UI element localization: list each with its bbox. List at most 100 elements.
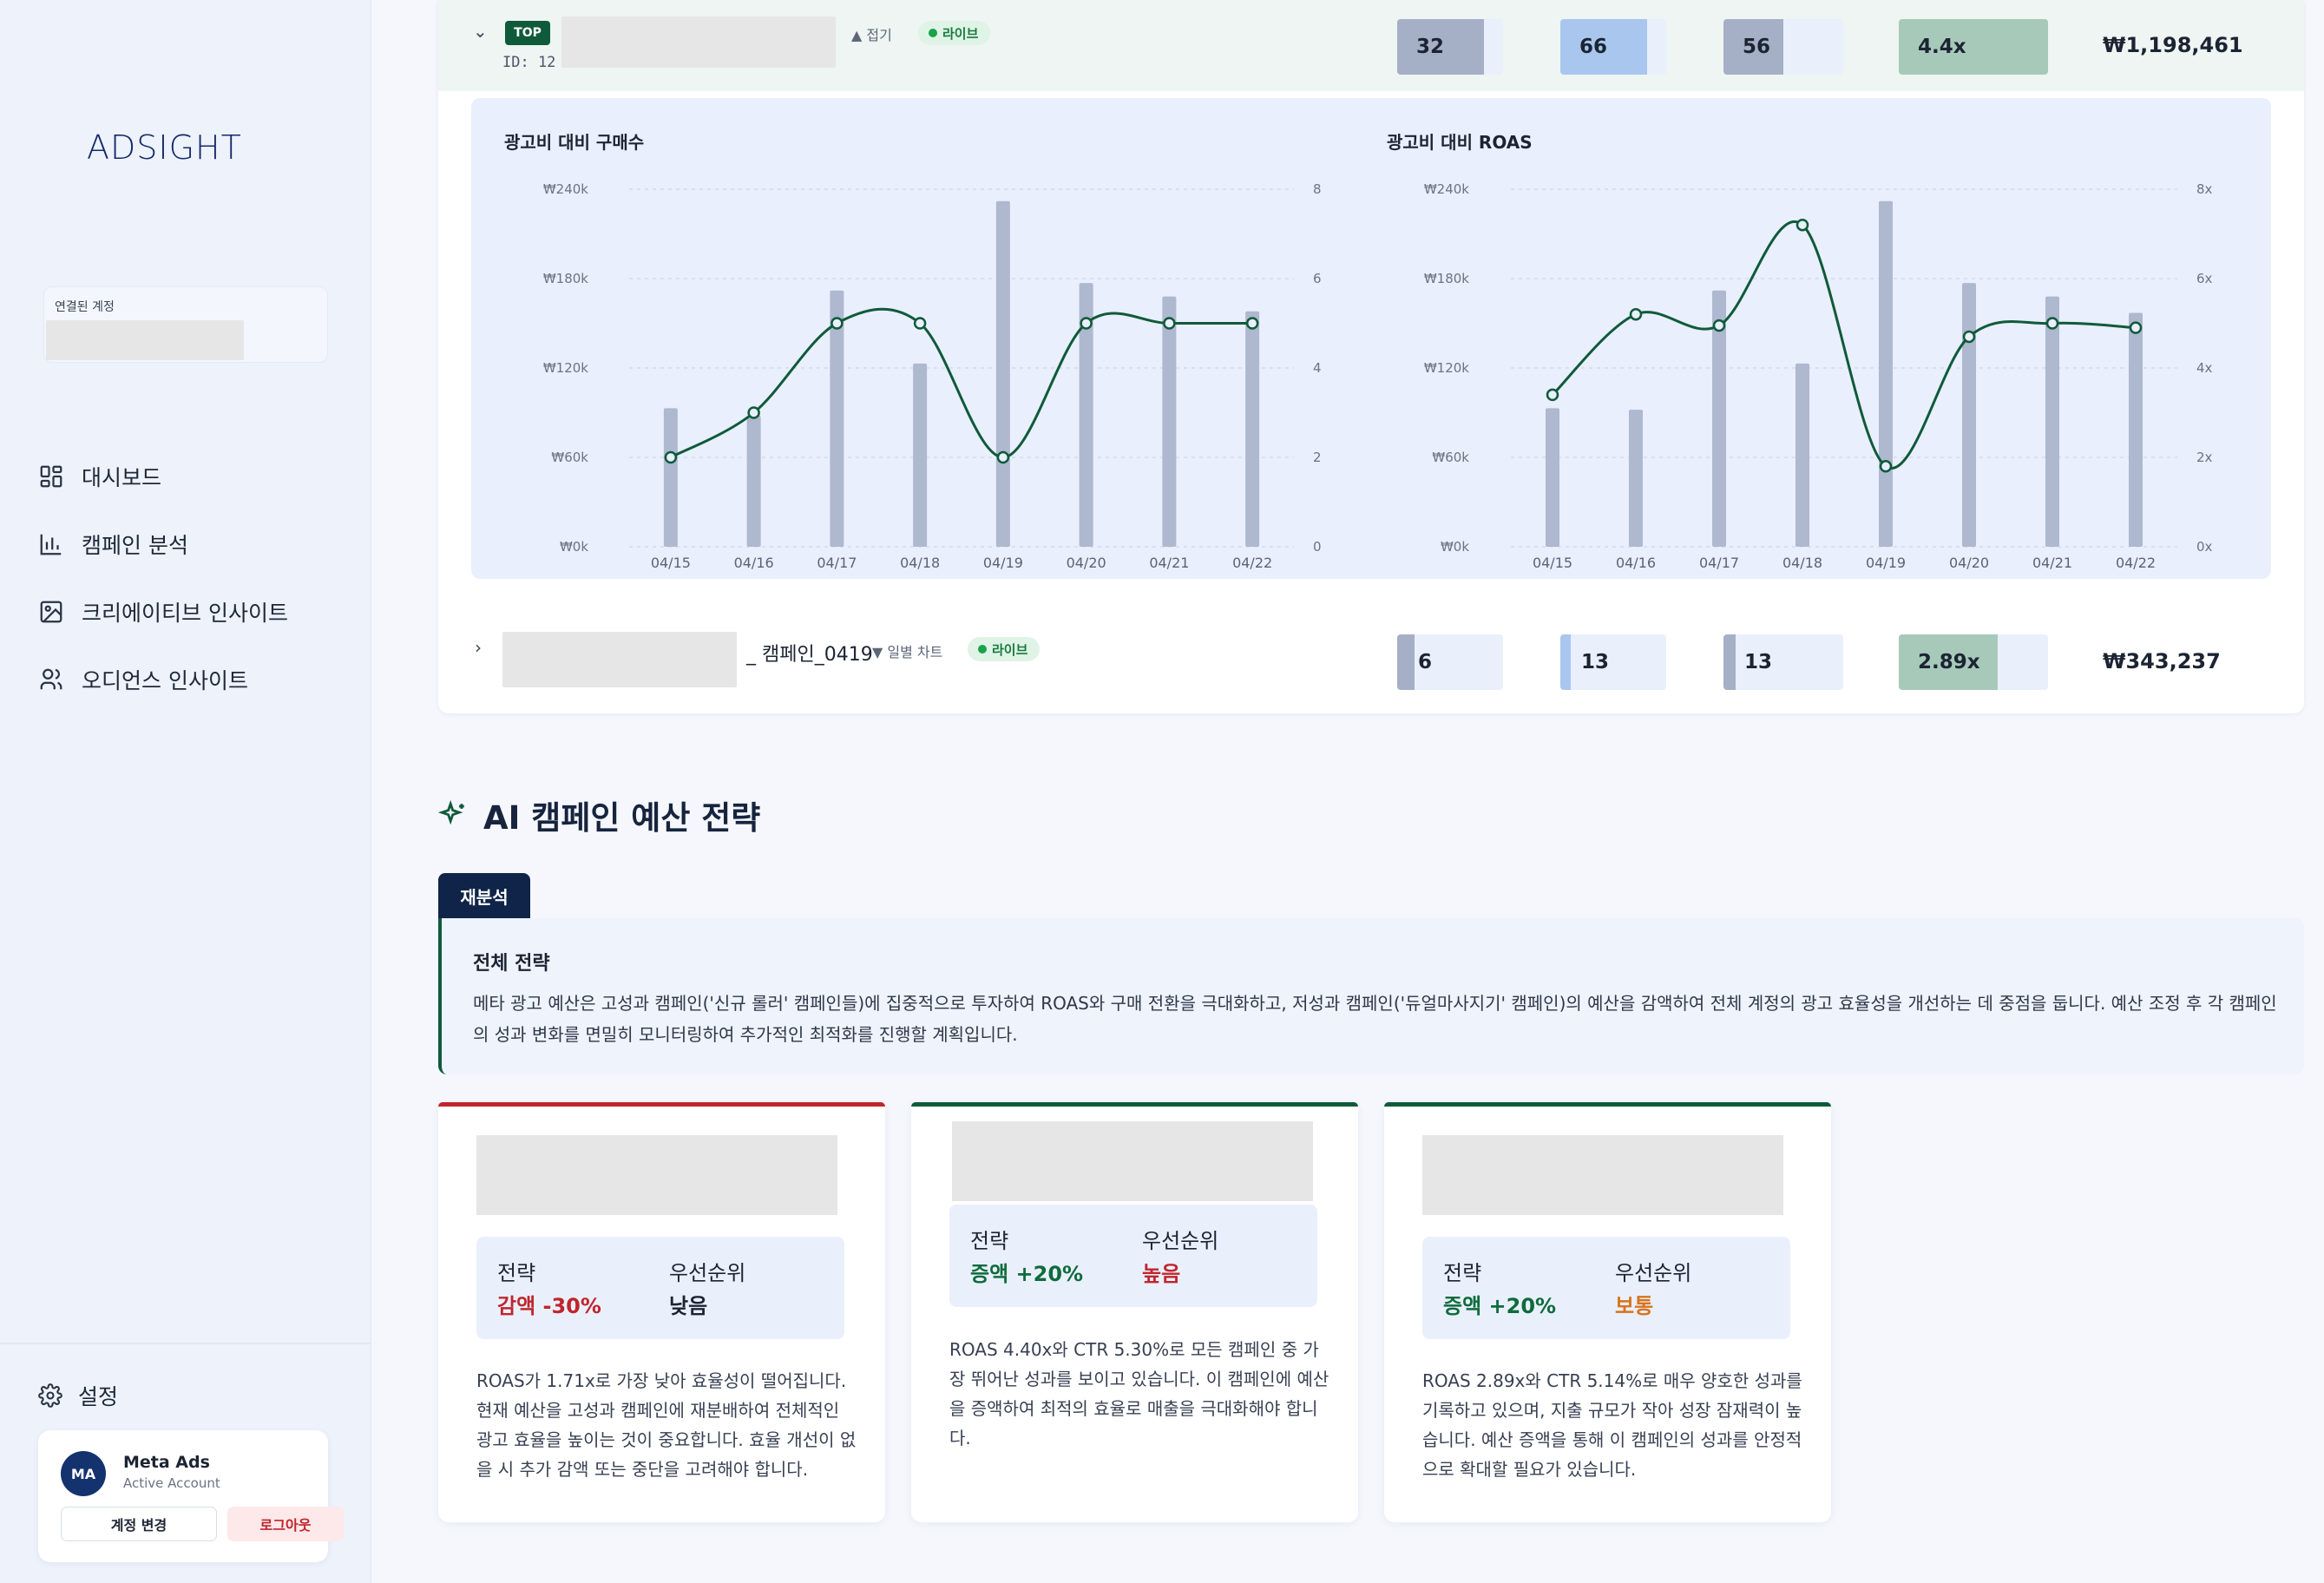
strategy-description: ROAS 2.89x와 CTR 5.14%로 매우 양호한 성과를 기록하고 있… [1422,1370,1802,1480]
daily-chart-toggle[interactable]: ▼ 일별 차트 [872,640,942,661]
sidebar-divider [0,1343,371,1344]
sidebar-item-audience-insight[interactable]: 오디언스 인사이트 [38,646,333,713]
card-accent-line [911,1102,1358,1107]
strategy-value: 감액 -30% [497,1294,601,1318]
strategy-summary: 전략 우선순위 증액 +20% 보통 [1422,1237,1790,1339]
users-icon [40,668,62,690]
y-right-tick-label: 0x [2196,539,2213,555]
chevron-right-icon[interactable]: › [475,637,482,658]
ai-section-title: AI 캠페인 예산 전략 [438,792,760,838]
metric-fill [1560,634,1572,690]
y-right-tick-label: 0 [1313,539,1322,555]
priority-value: 높음 [1142,1262,1181,1286]
reanalyze-button[interactable]: 재분석 [438,873,530,918]
x-tick-label: 04/21 [1149,555,1189,571]
x-tick-label: 04/20 [1949,555,1989,571]
bar [2129,312,2143,547]
strategy-value: 증액 +20% [970,1262,1084,1286]
sidebar-item-dashboard[interactable]: 대시보드 [38,443,333,510]
live-dot [978,645,987,654]
line-point [1796,218,1809,232]
card-accent-line [1384,1102,1831,1107]
logo: ADSIGHT [87,128,242,167]
x-tick-label: 04/19 [983,555,1023,571]
x-tick-label: 04/21 [2032,555,2072,571]
image-icon [40,601,62,623]
x-tick-label: 04/15 [1533,555,1572,571]
y-left-tick-label: ₩180k [543,271,588,286]
bar-chart-icon [40,534,62,555]
sidebar-item-campaign-analysis[interactable]: 캠페인 분석 [38,510,333,578]
line-point [1962,330,1976,344]
y-left-tick-label: ₩120k [1424,360,1469,376]
y-right-tick-label: 8x [2196,181,2213,197]
metric-clicks: 13 [1560,634,1666,690]
metric-conversions: 56 [1723,19,1843,75]
y-right-tick-label: 4 [1313,360,1322,376]
status-badge-label: 라이브 [942,25,979,42]
y-right-tick-label: 8 [1313,181,1322,197]
bar [1629,410,1643,547]
line-point [2045,317,2059,330]
metric-roas: 2.89x [1899,634,2048,690]
spend-value: ₩1,198,461 [2103,33,2243,57]
x-tick-label: 04/19 [1866,555,1906,571]
campaign-row-top[interactable]: ⌄ TOP ID: 12 ▲ 접기 라이브 32 66 56 4.4x ₩1,1… [438,0,2304,91]
bar [1796,363,1809,547]
sidebar-item-creative-insight[interactable]: 크리에이티브 인사이트 [38,578,333,646]
bar [663,408,678,547]
svg-text:ADSIGHT: ADSIGHT [87,128,242,167]
x-tick-label: 04/20 [1067,555,1106,571]
x-tick-label: 04/22 [2116,555,2156,571]
y-right-tick-label: 6x [2196,271,2213,286]
chart-title: 광고비 대비 ROAS [1387,132,1533,153]
metric-value: 6 [1418,651,1433,673]
bar [1162,296,1177,547]
metric-value: 4.4x [1918,36,1966,58]
user-name: Meta Ads [123,1453,210,1472]
logout-button[interactable]: 로그아웃 [227,1507,344,1541]
y-left-tick-label: ₩240k [543,181,588,197]
metric-value: 32 [1416,36,1445,58]
strategy-description: ROAS 4.40x와 CTR 5.30%로 모든 캠페인 중 가장 뛰어난 성… [949,1339,1329,1448]
user-card: MA Meta Ads Active Account 계정 변경 로그아웃 [38,1430,344,1562]
line-point [996,450,1010,464]
y-left-tick-label: ₩0k [1441,539,1469,555]
collapse-toggle[interactable]: ▲ 접기 [851,23,892,44]
strategy-card-2: 전략 우선순위 증액 +20% 높음 ROAS 4.40x와 CTR 5.30%… [911,1102,1358,1522]
overall-strategy-box: 전체 전략 메타 광고 예산은 고성과 캠페인('신규 롤러' 캠페인들)에 집… [438,918,2304,1074]
priority-label: 우선순위 [1615,1261,1692,1285]
x-tick-label: 04/16 [734,555,774,571]
line-point [747,406,760,419]
sidebar-item-settings[interactable]: 설정 [38,1380,118,1411]
x-tick-label: 04/16 [1616,555,1656,571]
sidebar-nav: 대시보드 캠페인 분석 크리에이티브 인사이트 오디언스 인사이트 [38,443,333,713]
strategy-summary: 전략 우선순위 감액 -30% 낮음 [476,1237,844,1339]
metric-value: 56 [1743,36,1771,58]
live-dot [929,29,937,37]
y-left-tick-label: ₩180k [1424,271,1469,286]
bar [1962,283,1976,547]
chart-1: 광고비 대비 구매수 ₩0k ₩60k ₩120k ₩180k ₩240k 0 2 4 6 8 04/… [504,132,1322,571]
line-point [1163,317,1176,330]
bar [913,363,928,547]
strategy-label: 전략 [970,1229,1009,1253]
strategy-card-1: 전략 우선순위 감액 -30% 낮음 ROAS가 1.71x로 가장 낮아 효율… [438,1102,885,1522]
switch-account-button[interactable]: 계정 변경 [61,1507,217,1541]
priority-value: 보통 [1615,1294,1654,1318]
metric-purchases: 32 [1397,19,1503,75]
overall-strategy-title: 전체 전략 [473,953,550,975]
chart-2: 광고비 대비 ROAS ₩0k ₩60k ₩120k ₩180k ₩240k 0x 2x 4x 6… [1387,132,2213,571]
x-tick-label: 04/17 [817,555,857,571]
redacted-campaign-name [561,16,836,68]
y-right-tick-label: 2 [1313,450,1322,465]
strategy-description: ROAS가 1.71x로 가장 낮아 효율성이 떨어집니다. 현재 예산을 고성… [476,1370,857,1480]
bar [1879,200,1893,547]
strategy-value: 증액 +20% [1443,1294,1557,1318]
metric-value: 66 [1579,36,1608,58]
connected-account-card[interactable]: 연결된 계정 [43,286,328,363]
metric-conversions: 13 [1723,634,1843,690]
connected-account-label: 연결된 계정 [55,300,115,314]
strategy-label: 전략 [497,1261,536,1285]
chevron-down-icon[interactable]: ⌄ [473,21,488,42]
